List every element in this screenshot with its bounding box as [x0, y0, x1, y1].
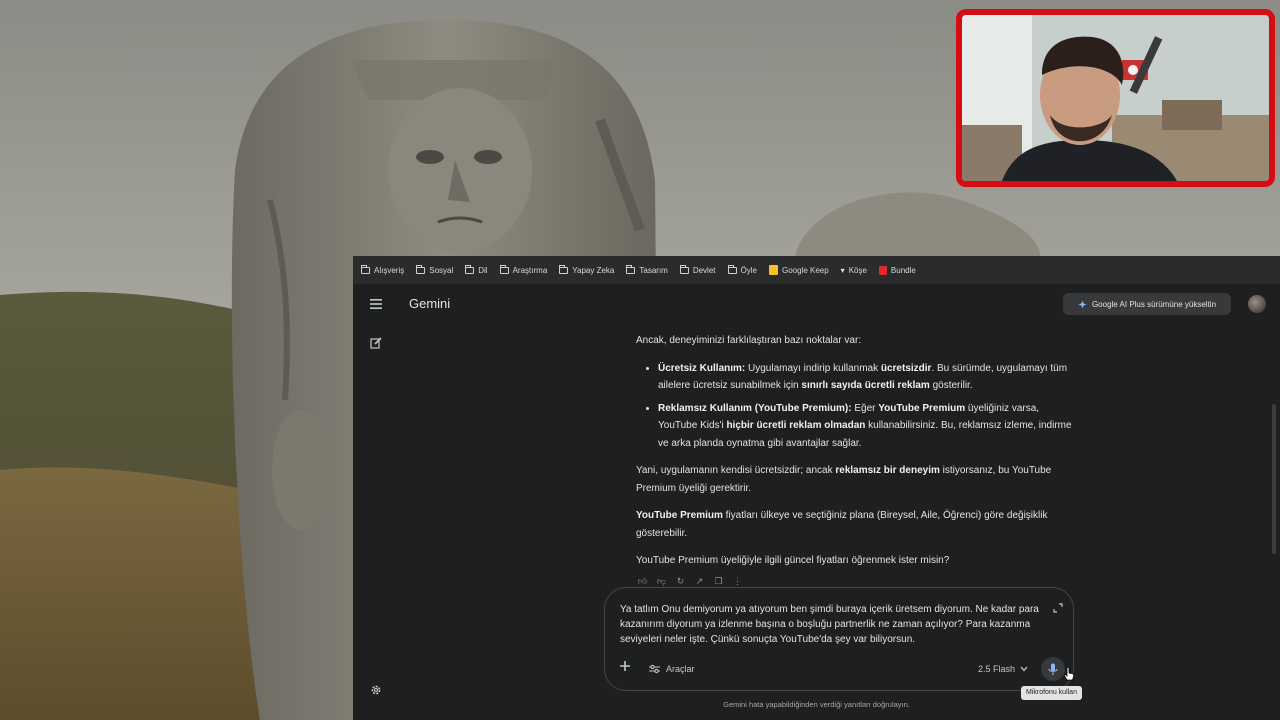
- bookmark-label: Tasarım: [639, 265, 668, 275]
- bold-text: sınırlı sayıda ücretli reklam: [801, 380, 930, 391]
- microphone-tooltip: Mikrofonu kullan: [1021, 686, 1082, 700]
- bold-text: YouTube Premium: [878, 402, 966, 414]
- bookmark-google-keep[interactable]: Google Keep: [768, 265, 829, 275]
- folder-icon: [727, 264, 737, 274]
- response-list: Ücretsiz Kullanım: Uygulamayı indirip ku…: [636, 360, 1076, 453]
- bookmark-label: Devlet: [692, 265, 716, 275]
- new-chat-button[interactable]: [366, 333, 386, 353]
- text: Yani, uygulamanın kendisi ücretsizdir; a…: [636, 465, 836, 476]
- chevron-down-icon: [1020, 666, 1028, 672]
- prompt-composer: Ya tatlım Onu demiyorum ya atıyorum ben …: [604, 587, 1074, 691]
- hand-cursor-icon: [1063, 667, 1075, 681]
- list-item: Ücretsiz Kullanım: Uygulamayı indirip ku…: [658, 360, 1076, 395]
- sparkle-icon: [1077, 299, 1087, 309]
- microphone-button[interactable]: [1041, 657, 1065, 681]
- bold-text: reklamsız bir deneyim: [835, 465, 940, 476]
- hamburger-icon: [370, 299, 382, 309]
- app-title[interactable]: Gemini: [409, 296, 450, 311]
- bookmark-devlet[interactable]: Devlet: [679, 264, 716, 275]
- plus-icon: [620, 661, 630, 671]
- prompt-input[interactable]: Ya tatlım Onu demiyorum ya atıyorum ben …: [620, 602, 1040, 647]
- thumbs-up-icon[interactable]: 👍︎: [637, 576, 648, 587]
- add-file-button[interactable]: [617, 660, 633, 676]
- thumbs-down-icon[interactable]: 👎︎: [656, 576, 667, 587]
- bookmark-label: Bundle: [890, 265, 916, 275]
- text: gösterilir.: [929, 380, 973, 391]
- bookmark-label: Öyle: [740, 265, 757, 275]
- folder-icon: [361, 264, 370, 274]
- bookmark-yapay-zeka[interactable]: Yapay Zeka: [559, 264, 615, 275]
- microphone-icon: [1048, 663, 1058, 675]
- bookmark-alisveris[interactable]: Alışveriş: [361, 264, 405, 275]
- kose-icon: ▾: [840, 265, 845, 275]
- bookmark-sosyal[interactable]: Sosyal: [416, 264, 454, 275]
- gear-icon: [371, 685, 381, 695]
- model-selector[interactable]: 2.5 Flash: [978, 661, 1028, 677]
- browser-window: Alışveriş Sosyal Dil Araştırma Yapay Zek…: [353, 256, 1280, 720]
- share-icon[interactable]: ↗: [694, 576, 705, 587]
- response-question: YouTube Premium üyeliğiyle ilgili güncel…: [636, 555, 950, 566]
- expand-input-button[interactable]: [1053, 600, 1063, 613]
- expand-icon: [1053, 603, 1063, 613]
- folder-icon: [465, 264, 475, 274]
- keep-icon: [768, 265, 778, 275]
- webcam-overlay: [956, 9, 1275, 187]
- bookmark-oyle[interactable]: Öyle: [727, 264, 757, 275]
- edit-icon: [370, 337, 382, 349]
- bookmark-label: Yapay Zeka: [572, 265, 615, 275]
- tools-icon: [649, 664, 660, 674]
- main-menu-button[interactable]: [366, 294, 386, 314]
- bold-text: Ücretsiz Kullanım:: [658, 362, 746, 374]
- bookmark-arastirma[interactable]: Araştırma: [499, 264, 548, 275]
- response-actions: 👍︎ 👎︎ ↻ ↗ ❐ ⋮: [637, 576, 743, 587]
- bold-text: Reklamsız Kullanım (YouTube Premium):: [658, 402, 852, 414]
- upgrade-label: Google AI Plus sürümüne yükseltin: [1091, 299, 1217, 309]
- model-response: Ancak, deneyiminizi farklılaştıran bazı …: [636, 332, 1076, 580]
- scrollbar[interactable]: [1272, 404, 1276, 554]
- text: Uygulamayı indirip kullanmak: [745, 362, 881, 374]
- response-intro: Ancak, deneyiminizi farklılaştıran bazı …: [636, 335, 862, 346]
- copy-icon[interactable]: ❐: [713, 576, 724, 587]
- folder-icon: [416, 264, 426, 274]
- folder-icon: [499, 264, 509, 274]
- bold-text: YouTube Premium: [636, 510, 723, 521]
- bookmark-label: Köşe: [848, 265, 867, 275]
- bookmark-dil[interactable]: Dil: [465, 264, 488, 275]
- bookmark-label: Araştırma: [512, 265, 548, 275]
- tools-label: Araçlar: [666, 664, 695, 674]
- bold-text: ücretsizdir: [880, 362, 932, 374]
- tools-button[interactable]: Araçlar: [649, 661, 695, 677]
- response-paragraph: YouTube Premium fiyatları ülkeye ve seçt…: [636, 507, 1076, 542]
- bookmark-label: Sosyal: [429, 265, 454, 275]
- folder-icon: [559, 264, 569, 274]
- bookmark-bundle[interactable]: Bundle: [878, 265, 916, 275]
- side-rail: [353, 284, 399, 720]
- list-item: Reklamsız Kullanım (YouTube Premium): Eğ…: [658, 400, 1076, 453]
- bookmark-label: Alışveriş: [374, 265, 405, 275]
- bookmark-tasarim[interactable]: Tasarım: [626, 264, 668, 275]
- folder-icon: [679, 264, 689, 274]
- response-paragraph: Yani, uygulamanın kendisi ücretsizdir; a…: [636, 462, 1076, 497]
- regenerate-icon[interactable]: ↻: [675, 576, 686, 587]
- bookmark-label: Dil: [478, 265, 488, 275]
- bookmark-label: Google Keep: [781, 265, 829, 275]
- text: Eğer: [851, 402, 879, 414]
- folder-icon: [626, 264, 636, 274]
- model-label: 2.5 Flash: [978, 664, 1016, 674]
- upgrade-plan-button[interactable]: Google AI Plus sürümüne yükseltin: [1063, 293, 1231, 315]
- bookmark-kose[interactable]: ▾ Köşe: [841, 266, 867, 275]
- bundle-icon: [878, 265, 887, 275]
- avatar[interactable]: [1248, 295, 1266, 313]
- bold-text: hiçbir ücretli reklam olmadan: [726, 420, 866, 431]
- settings-button[interactable]: [366, 680, 386, 700]
- bookmarks-bar: Alışveriş Sosyal Dil Araştırma Yapay Zek…: [353, 256, 1280, 284]
- more-options-icon[interactable]: ⋮: [732, 576, 743, 587]
- disclaimer-text: Gemini hata yapabildiğinden verdiği yanı…: [723, 700, 910, 709]
